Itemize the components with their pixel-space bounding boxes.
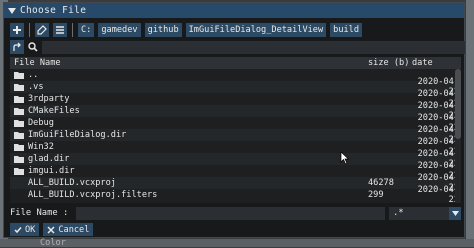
file-name-cell[interactable]: ImGuiFileDialog.dir bbox=[10, 130, 366, 140]
search-icon bbox=[28, 42, 38, 52]
path-crumb[interactable]: C: bbox=[78, 23, 95, 37]
table-row[interactable]: 3rdparty 2020-04-22 bbox=[10, 89, 461, 109]
table-row[interactable]: .. bbox=[10, 69, 461, 81]
cancel-button[interactable]: Cancel bbox=[43, 223, 94, 236]
column-header-name[interactable]: File Name bbox=[10, 58, 366, 68]
folder-icon bbox=[14, 144, 24, 151]
file-name-text: ALL_BUILD.vcxproj bbox=[28, 178, 116, 188]
mouse-cursor-icon bbox=[340, 151, 350, 165]
table-body: .. .vs 2020-04-22 3rdparty 2020-04-22 CMakeFi… bbox=[10, 69, 461, 205]
table-row[interactable]: .vs 2020-04-22 bbox=[10, 77, 461, 97]
table-row[interactable]: CMakeFiles 2020-04-22 bbox=[10, 101, 461, 121]
file-name-label: File Name : bbox=[10, 208, 69, 218]
search-input[interactable] bbox=[42, 40, 465, 54]
dialog-titlebar[interactable]: Choose File bbox=[4, 3, 464, 18]
collapse-arrow-icon[interactable] bbox=[8, 7, 16, 14]
background-panel-bottom bbox=[0, 239, 474, 247]
reset-search-button[interactable] bbox=[10, 40, 24, 54]
checkmark-icon bbox=[14, 226, 22, 233]
column-header-date[interactable]: date bbox=[410, 58, 461, 68]
cancel-label: Cancel bbox=[58, 224, 90, 235]
folder-icon bbox=[14, 84, 24, 91]
file-icon bbox=[14, 191, 24, 199]
table-row[interactable]: ALL_BUILD.vcxproj 46278 2020-04-22 bbox=[10, 173, 461, 193]
dialog-buttons: OK Cancel bbox=[10, 223, 94, 236]
table-header: File Name size (b) date bbox=[10, 57, 461, 69]
search-bar bbox=[10, 40, 465, 54]
file-name-text: 3rdparty bbox=[28, 94, 70, 104]
file-name-cell[interactable]: CMakeFiles bbox=[10, 106, 366, 116]
file-name-text: .vs bbox=[28, 82, 44, 92]
file-name-cell[interactable]: imgui.dir bbox=[10, 166, 366, 176]
file-date-cell: 2020-04-22 bbox=[417, 185, 459, 205]
file-icon bbox=[14, 179, 24, 187]
file-dialog-window: Choose File C: gamedev github ImGuiFileD… bbox=[3, 2, 465, 238]
filter-combo[interactable]: .* bbox=[389, 206, 461, 220]
file-name-text: glad.dir bbox=[28, 154, 70, 164]
toolbar-separator bbox=[29, 23, 30, 37]
filter-value: .* bbox=[393, 208, 404, 218]
chevron-down-icon bbox=[451, 210, 459, 216]
file-name-cell[interactable]: Win32 bbox=[10, 142, 366, 152]
edit-path-button[interactable] bbox=[35, 23, 49, 37]
toolbar-separator bbox=[72, 23, 73, 37]
folder-icon bbox=[14, 156, 24, 163]
reset-arrow-icon bbox=[13, 42, 21, 51]
path-toolbar: C: gamedev github ImGuiFileDialog_Detail… bbox=[10, 23, 363, 37]
file-size-cell: 299 bbox=[368, 190, 384, 200]
create-directory-button[interactable] bbox=[10, 23, 24, 37]
folder-icon bbox=[14, 72, 24, 79]
file-size-cell: 46278 bbox=[368, 178, 394, 188]
file-name-cell[interactable]: ALL_BUILD.vcxproj.filters bbox=[10, 190, 366, 200]
ok-button[interactable]: OK bbox=[10, 223, 40, 236]
table-row[interactable]: Win32 2020-04-22 bbox=[10, 137, 461, 157]
dialog-title: Choose File bbox=[20, 5, 87, 16]
file-name-cell[interactable]: glad.dir bbox=[10, 154, 366, 164]
file-name-cell[interactable]: 3rdparty bbox=[10, 94, 366, 104]
column-header-size[interactable]: size (b) bbox=[366, 58, 410, 68]
file-name-cell[interactable]: .vs bbox=[10, 82, 366, 92]
table-row[interactable]: Debug 2020-04-22 bbox=[10, 113, 461, 133]
background-panel-right bbox=[466, 0, 474, 247]
file-name-text: Debug bbox=[28, 118, 54, 128]
file-name-text: imgui.dir bbox=[28, 166, 75, 176]
folder-icon bbox=[14, 96, 24, 103]
file-name-text: ImGuiFileDialog.dir bbox=[28, 130, 127, 140]
path-crumb[interactable]: ImGuiFileDialog_DetailView bbox=[185, 23, 327, 37]
file-table: File Name size (b) date .. .vs 2020-04-22 3… bbox=[10, 57, 461, 205]
file-name-cell[interactable]: .. bbox=[10, 70, 366, 80]
file-name-cell[interactable]: ALL_BUILD.vcxproj bbox=[10, 178, 366, 188]
file-name-text: Win32 bbox=[28, 142, 54, 152]
folder-icon bbox=[14, 108, 24, 115]
file-name-cell[interactable]: Debug bbox=[10, 118, 366, 128]
list-icon bbox=[56, 26, 64, 34]
drives-list-button[interactable] bbox=[53, 23, 67, 37]
folder-icon bbox=[14, 168, 24, 175]
path-crumb[interactable]: gamedev bbox=[98, 23, 141, 37]
ok-label: OK bbox=[25, 224, 36, 235]
folder-icon bbox=[14, 120, 24, 127]
close-icon bbox=[47, 225, 55, 234]
filter-dropdown-button[interactable] bbox=[449, 206, 461, 220]
file-name-text: ALL_BUILD.vcxproj.filters bbox=[28, 190, 158, 200]
edit-icon bbox=[37, 25, 47, 35]
file-name-row: File Name : .* bbox=[10, 206, 461, 220]
table-row[interactable]: ALL_BUILD.vcxproj.filters 299 2020-04-22 bbox=[10, 185, 461, 205]
table-row[interactable]: imgui.dir 2020-04-22 bbox=[10, 161, 461, 181]
folder-icon bbox=[14, 132, 24, 139]
table-row[interactable]: glad.dir 2020-04-22 bbox=[10, 149, 461, 169]
file-name-text: .. bbox=[28, 70, 39, 80]
table-row[interactable]: ImGuiFileDialog.dir 2020-04-22 bbox=[10, 125, 461, 145]
file-name-text: CMakeFiles bbox=[28, 106, 80, 116]
table-scrollbar-thumb[interactable] bbox=[455, 69, 461, 139]
plus-icon bbox=[13, 26, 21, 34]
file-name-input[interactable] bbox=[75, 206, 386, 220]
path-crumb[interactable]: build bbox=[330, 23, 363, 37]
path-crumb[interactable]: github bbox=[144, 23, 182, 37]
